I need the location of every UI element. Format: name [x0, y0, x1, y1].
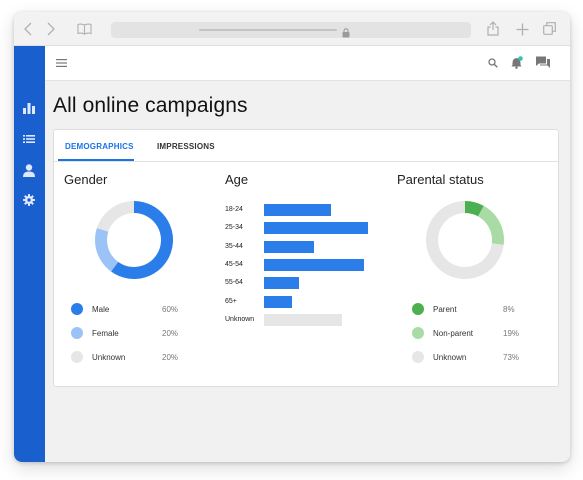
age-label-55-64: 55-64	[225, 279, 243, 287]
lock-icon	[342, 25, 350, 43]
feedback-icon[interactable]	[536, 56, 550, 69]
tab-bar: DEMOGRAPHICS IMPRESSIONS	[54, 130, 558, 162]
age-bar-unknown	[264, 313, 342, 326]
legend-label-female: Female	[92, 329, 119, 338]
legend-label-male: Male	[92, 305, 110, 314]
notifications-icon[interactable]	[511, 56, 523, 69]
legend-dot-parental-unknown	[412, 351, 424, 363]
demographics-card: DEMOGRAPHICS IMPRESSIONS Gender Male 60%…	[53, 129, 559, 387]
active-tab-indicator	[58, 159, 134, 161]
legend-dot-female	[71, 327, 83, 339]
legend-value-female: 20%	[162, 329, 179, 338]
age-label-65-: 65+	[225, 297, 237, 305]
legend-value-male: 60%	[162, 305, 179, 314]
new-tab-icon[interactable]	[516, 23, 529, 36]
tabs-icon[interactable]	[543, 22, 556, 35]
age-bar-25-34	[264, 222, 368, 235]
parental-slice-non-parent	[478, 205, 504, 245]
legend-label-parent: Parent	[433, 305, 457, 314]
age-label-35-44: 35-44	[225, 242, 243, 250]
gender-donut-chart	[95, 201, 173, 279]
gender-slice-unknown	[96, 201, 134, 232]
search-icon[interactable]	[488, 58, 498, 68]
parental-status-title: Parental status	[397, 172, 484, 187]
legend-dot-parent	[412, 303, 424, 315]
list-icon[interactable]	[23, 134, 35, 144]
legend-dot-non-parent	[412, 327, 424, 339]
tab-impressions[interactable]: IMPRESSIONS	[157, 142, 215, 151]
age-label-18-24: 18-24	[225, 206, 243, 213]
age-bar-35-44	[264, 240, 315, 253]
gender-slice-female	[95, 227, 119, 272]
legend-label-unknown: Unknown	[92, 353, 126, 362]
forward-icon[interactable]	[47, 22, 55, 36]
address-bar[interactable]	[111, 22, 471, 38]
bar-chart-icon[interactable]	[23, 102, 35, 114]
gear-icon[interactable]	[23, 194, 35, 206]
url-placeholder-line	[199, 29, 337, 31]
back-icon[interactable]	[24, 22, 32, 36]
page-title: All online campaigns	[53, 94, 248, 117]
legend-value-unknown: 20%	[162, 353, 179, 362]
age-bar-55-64	[264, 277, 300, 290]
app-header	[45, 46, 570, 81]
age-label-unknown: Unknown	[225, 315, 255, 323]
book-icon[interactable]	[77, 23, 92, 35]
legend-dot-unknown	[71, 351, 83, 363]
left-nav-rail	[14, 46, 45, 462]
legend-label-non-parent: Non-parent	[433, 329, 474, 338]
legend-value-parent: 8%	[503, 305, 515, 314]
age-label-45-54: 45-54	[225, 260, 243, 268]
legend-value-non-parent: 19%	[503, 329, 520, 338]
tab-demographics[interactable]: DEMOGRAPHICS	[65, 142, 134, 151]
browser-toolbar	[14, 12, 570, 46]
legend-value-parental-unknown: 73%	[503, 353, 520, 362]
gender-title: Gender	[64, 172, 108, 187]
legend-dot-male	[71, 303, 83, 315]
parental-donut-chart	[426, 201, 504, 279]
age-label-25-34: 25-34	[225, 224, 243, 232]
menu-icon[interactable]	[56, 59, 67, 67]
age-bar-45-54	[264, 258, 365, 271]
share-icon[interactable]	[487, 21, 499, 36]
age-bar-18-24	[264, 204, 331, 216]
legend-label-parental-unknown: Unknown	[433, 353, 467, 362]
age-title: Age	[225, 172, 249, 187]
person-icon[interactable]	[23, 164, 35, 177]
age-bar-65-	[264, 295, 292, 308]
